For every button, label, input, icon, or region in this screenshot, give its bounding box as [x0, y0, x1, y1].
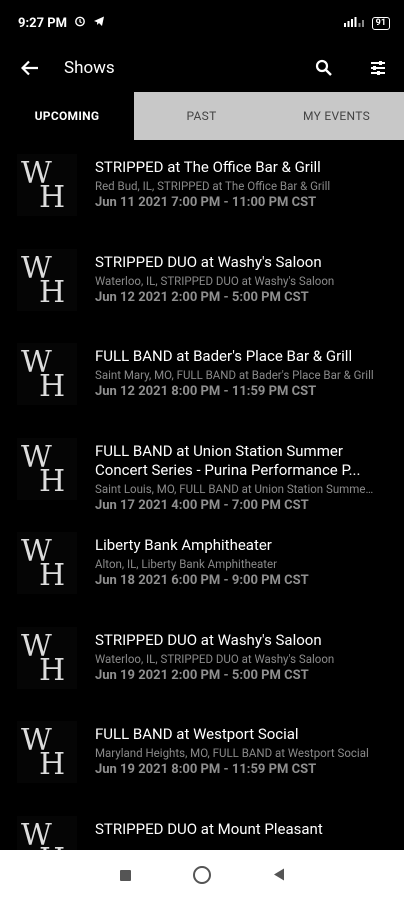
show-date: Jun 12 2021 2:00 PM - 5:00 PM CST [95, 289, 309, 305]
system-nav-bar [0, 850, 404, 900]
show-title: STRIPPED DUO at Mount Pleasant [95, 819, 323, 838]
tab-past[interactable]: PAST [134, 92, 269, 140]
tab-upcoming[interactable]: UPCOMING [0, 92, 134, 140]
show-date: Jun 12 2021 8:00 PM - 11:59 PM CST [95, 384, 317, 399]
show-title: FULL BAND at Union Station Summer Concer… [95, 441, 361, 479]
band-logo-thumbnail: WH [17, 532, 77, 594]
band-logo-thumbnail: WH [17, 437, 77, 500]
list-item[interactable]: WH FULL BAND at Bader's Place Bar & Gril… [0, 329, 404, 424]
show-location: Alton, IL, Liberty Bank Amphitheater [95, 557, 278, 571]
status-bar: 9:27 PM 91 [0, 0, 404, 46]
telegram-icon [93, 15, 105, 31]
show-location: Saint Louis, MO, FULL BAND at Union Stat… [95, 481, 377, 496]
list-item[interactable]: WH STRIPPED DUO at Washy's Saloon Waterlo… [0, 235, 404, 330]
show-date: Jun 18 2021 6:00 PM - 9:00 PM CST [95, 573, 309, 588]
show-title: STRIPPED DUO at Washy's Saloon [95, 630, 322, 649]
show-location: Waterloo, IL, STRIPPED DUO at Washy's Sa… [95, 651, 335, 666]
back-button[interactable] [273, 866, 285, 885]
show-location: Red Bud, IL, STRIPPED at The Office Bar … [95, 179, 331, 193]
list-item[interactable]: WH STRIPPED DUO at Washy's Saloon Waterlo… [0, 613, 404, 708]
band-logo-thumbnail: WH [17, 626, 77, 689]
show-date: Jun 19 2021 8:00 PM - 11:59 PM CST [95, 762, 317, 777]
show-title: Liberty Bank Amphitheater [95, 536, 272, 554]
page-title: Shows [64, 58, 115, 78]
filter-icon[interactable] [366, 56, 390, 80]
list-item[interactable]: WH STRIPPED DUO at Mount Pleasant [0, 802, 404, 850]
list-item[interactable]: WH STRIPPED at The Office Bar & Grill Red… [0, 140, 404, 235]
home-button[interactable] [192, 866, 211, 884]
band-logo-thumbnail: WH [17, 815, 77, 850]
recents-button[interactable] [119, 869, 131, 881]
battery-indicator: 91 [371, 16, 390, 30]
signal-icon [343, 16, 366, 30]
tab-group-inactive: PAST MY EVENTS [134, 92, 404, 140]
tab-bar: UPCOMING PAST MY EVENTS [0, 92, 404, 140]
band-logo-thumbnail: WH [17, 154, 77, 216]
show-date: Jun 19 2021 2:00 PM - 5:00 PM CST [95, 667, 309, 683]
show-date: Jun 11 2021 7:00 PM - 11:00 PM CST [95, 195, 317, 210]
status-time: 9:27 PM [18, 15, 68, 31]
list-item[interactable]: WH FULL BAND at Union Station Summer Con… [0, 424, 404, 519]
list-item[interactable]: WH Liberty Bank Amphitheater Alton, IL, L… [0, 518, 404, 613]
search-icon[interactable] [312, 56, 336, 80]
show-title: FULL BAND at Westport Social [95, 725, 299, 743]
app-bar: Shows [0, 46, 404, 90]
show-title: FULL BAND at Bader's Place Bar & Grill [95, 347, 353, 365]
list-item[interactable]: WH FULL BAND at Westport Social Maryland … [0, 707, 404, 802]
band-logo-thumbnail: WH [17, 721, 77, 783]
show-title: STRIPPED DUO at Washy's Saloon [95, 252, 322, 271]
band-logo-thumbnail: WH [17, 248, 77, 311]
show-location: Waterloo, IL, STRIPPED DUO at Washy's Sa… [95, 273, 335, 288]
tab-my-events[interactable]: MY EVENTS [269, 92, 404, 140]
back-arrow-icon[interactable] [18, 56, 42, 80]
show-location: Saint Mary, MO, FULL BAND at Bader's Pla… [95, 368, 374, 382]
show-date: Jun 17 2021 4:00 PM - 7:00 PM CST [95, 497, 309, 513]
show-title: STRIPPED at The Office Bar & Grill [95, 158, 321, 176]
band-logo-thumbnail: WH [17, 343, 77, 405]
alarm-icon [74, 15, 86, 31]
shows-list[interactable]: WH STRIPPED at The Office Bar & Grill Red… [0, 140, 404, 850]
show-location: Maryland Heights, MO, FULL BAND at Westp… [95, 746, 369, 760]
